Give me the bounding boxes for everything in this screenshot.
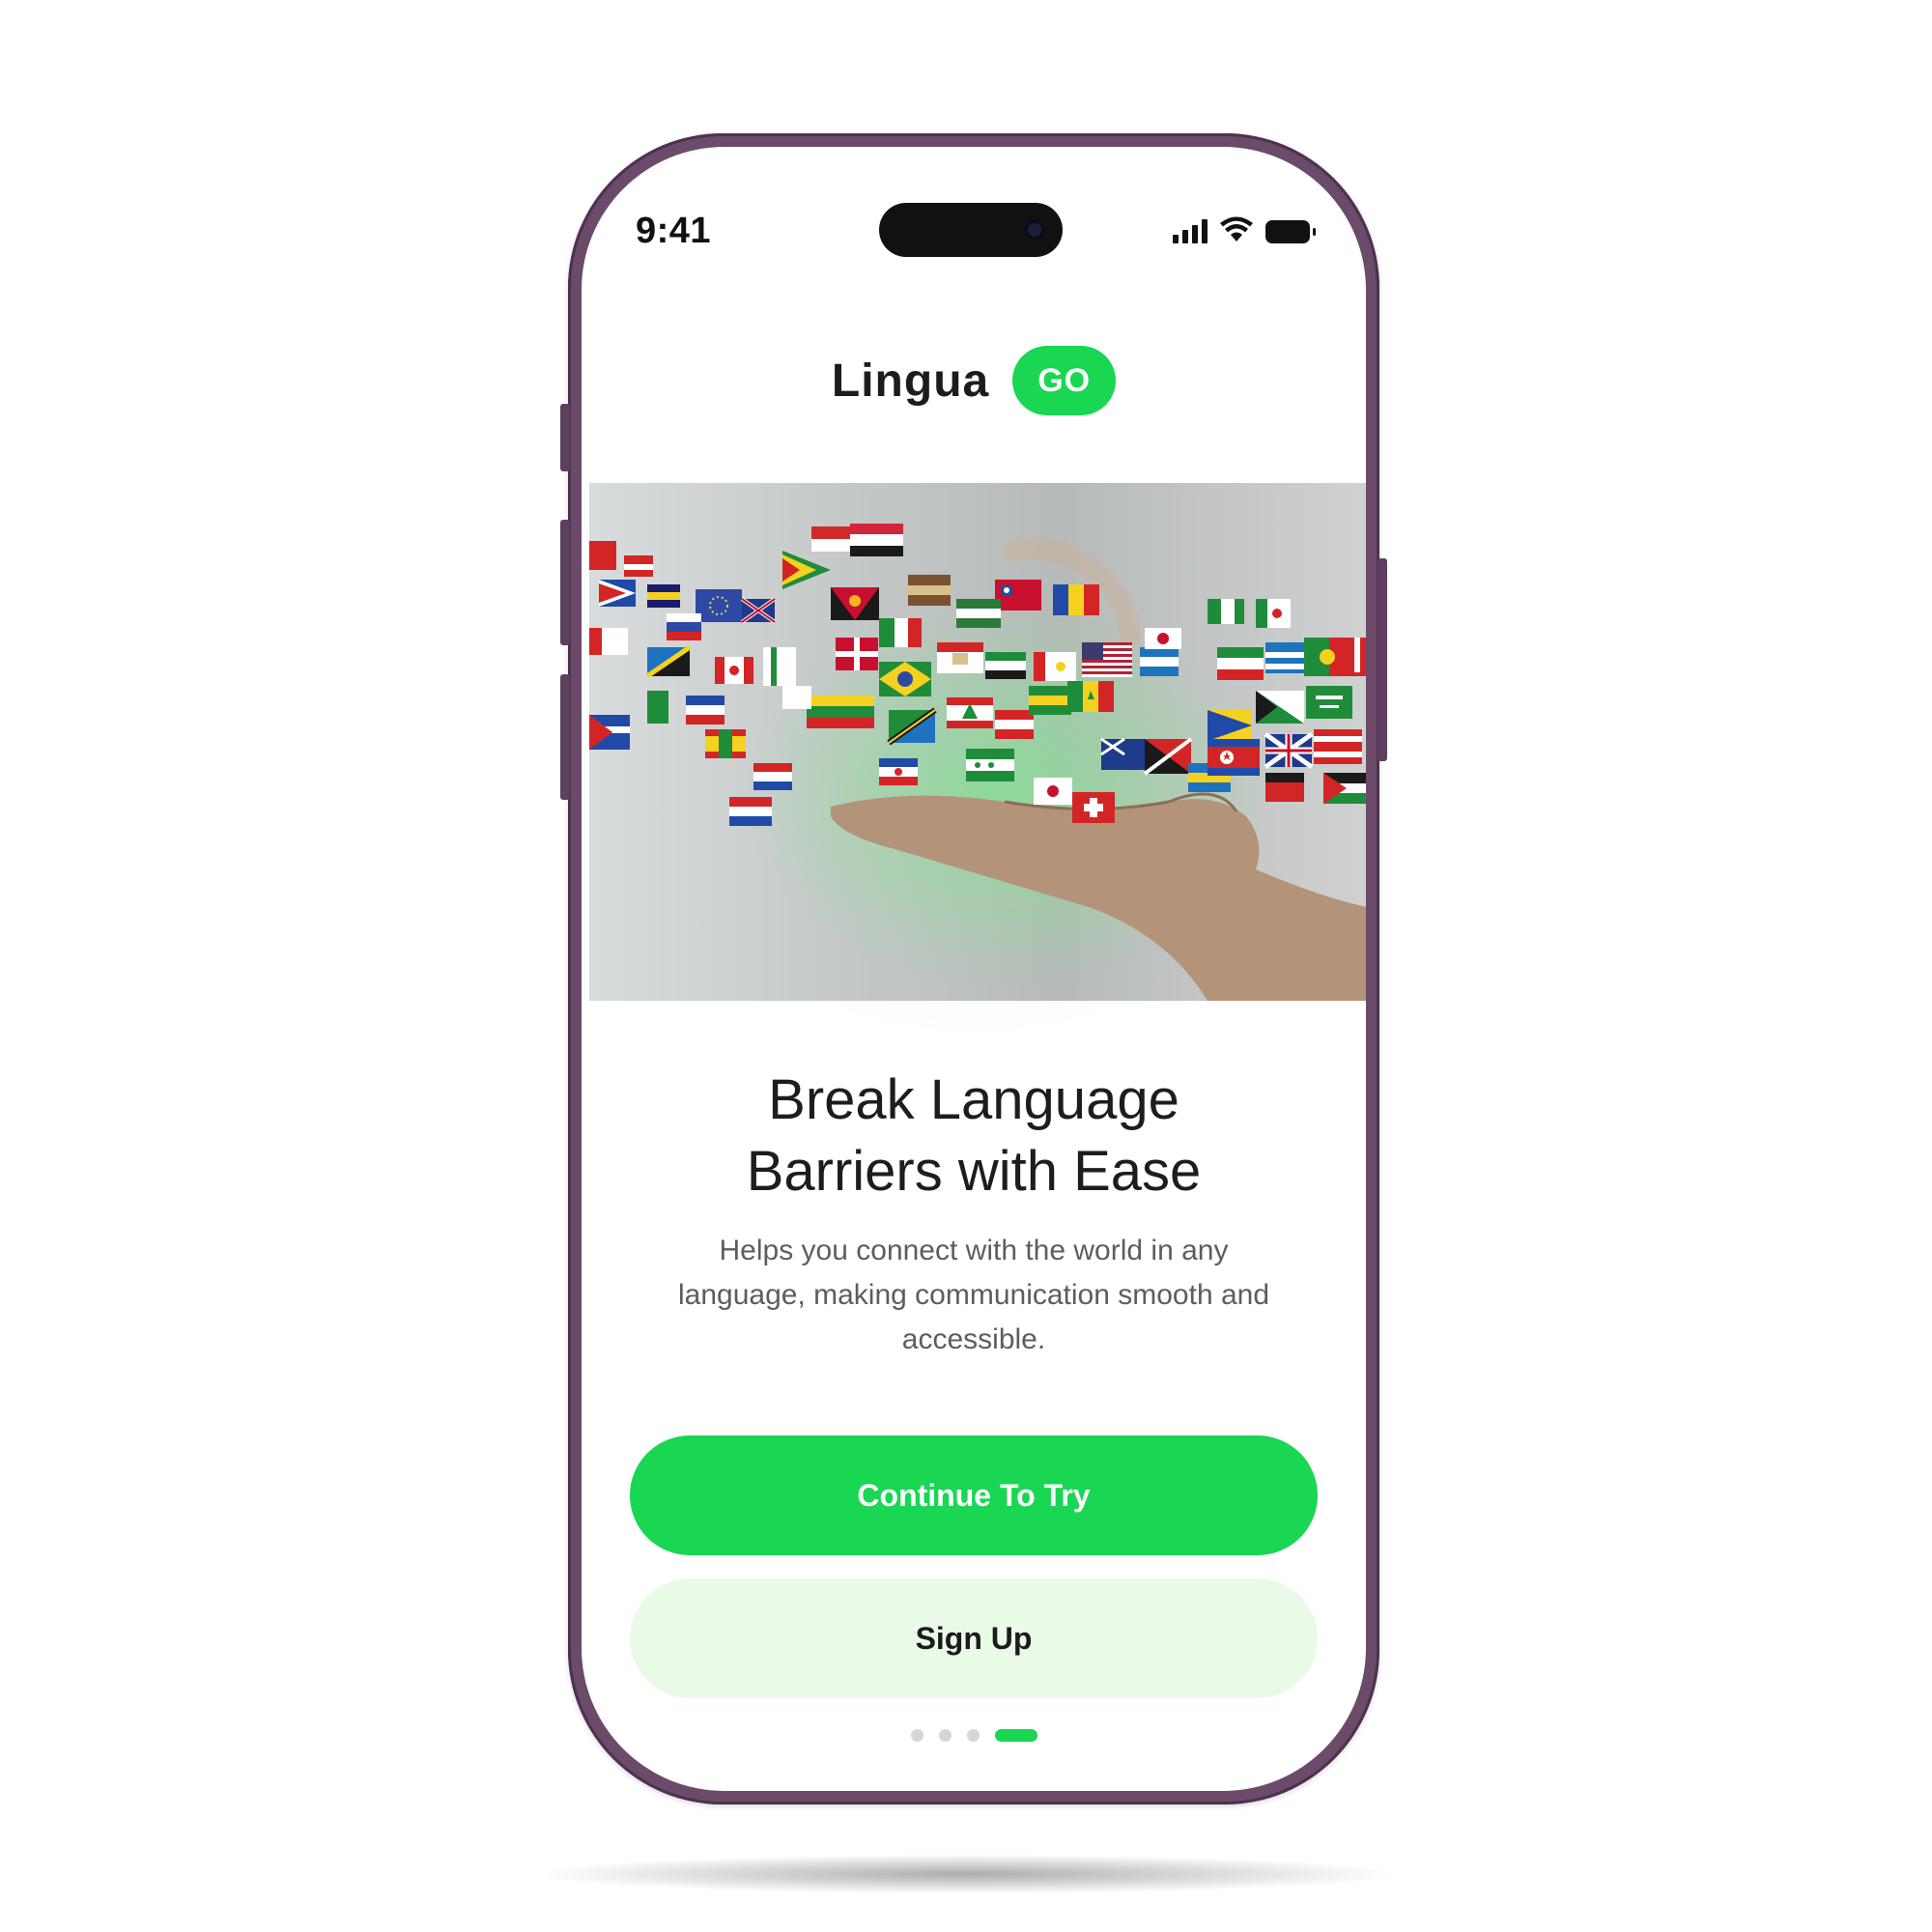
logo-wordmark: Lingua	[831, 355, 990, 407]
power-button	[1378, 558, 1387, 761]
phone-shadow	[541, 1855, 1391, 1893]
pagination-dot[interactable]	[966, 1729, 980, 1742]
mockup-canvas: 9:41 Lingua GO Break Language Barriers w…	[0, 0, 1932, 1932]
pagination-dot[interactable]	[910, 1729, 923, 1742]
pagination-dot[interactable]	[938, 1729, 952, 1742]
front-camera-icon	[1024, 219, 1045, 241]
pagination-dot-active[interactable]	[994, 1729, 1037, 1742]
pagination-dots	[582, 1729, 1366, 1742]
logo-badge: GO	[1012, 346, 1117, 415]
phone-frame: 9:41 Lingua GO Break Language Barriers w…	[560, 133, 1387, 1804]
sign-up-button[interactable]: Sign Up	[630, 1578, 1318, 1698]
app-screen: 9:41 Lingua GO Break Language Barriers w…	[582, 147, 1366, 1791]
battery-icon	[1265, 220, 1316, 243]
action-button	[560, 404, 570, 471]
description-line-2: language, making communication smooth an…	[677, 1279, 1270, 1311]
headline-line-1: Break Language	[768, 1068, 1179, 1131]
wifi-icon	[1220, 216, 1253, 242]
description-line-3: accessible.	[901, 1323, 1046, 1355]
flags-illustration	[589, 524, 1366, 1001]
status-time: 9:41	[636, 211, 712, 251]
headline: Break Language Barriers with Ease	[620, 1065, 1327, 1208]
continue-to-try-button[interactable]: Continue To Try	[630, 1435, 1318, 1555]
hero-image	[589, 483, 1366, 1001]
app-logo: Lingua GO	[582, 346, 1366, 415]
description: Helps you connect with the world in any …	[639, 1229, 1308, 1362]
status-icons	[1173, 216, 1316, 243]
volume-up-button	[560, 520, 570, 645]
headline-line-2: Barriers with Ease	[746, 1140, 1202, 1203]
volume-down-button	[560, 674, 570, 800]
cellular-signal-icon	[1173, 218, 1208, 243]
dynamic-island	[879, 203, 1063, 257]
description-line-1: Helps you connect with the world in any	[719, 1235, 1229, 1266]
